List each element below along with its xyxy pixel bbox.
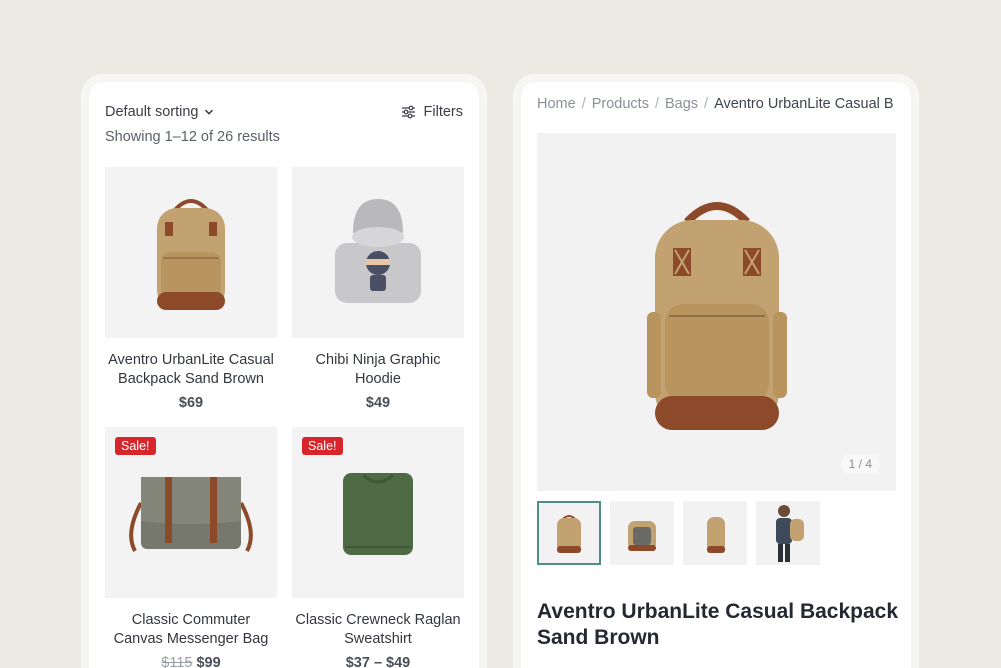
sort-label: Default sorting [105,104,199,120]
breadcrumb: Home / Products / Bags / Aventro UrbanLite Cas… [537,96,897,112]
sort-dropdown[interactable]: Default sorting [105,104,214,120]
product-name[interactable]: Aventro UrbanLite Casual Backpack Sand B… [105,351,277,388]
breadcrumb-bags[interactable]: Bags [665,96,698,112]
thumbnail-open[interactable] [610,501,674,565]
shop-toolbar: Default sorting Filters [105,102,463,122]
product-name[interactable]: Classic Crewneck Raglan Sweatshirt [292,611,464,648]
sale-badge: Sale! [302,437,343,455]
breadcrumb-separator: / [704,96,709,112]
product-name[interactable]: Classic Commuter Canvas Messenger Bag [105,611,277,648]
backpack-side-thumb-icon [707,517,725,553]
thumbnail-side[interactable] [683,501,747,565]
messenger-bag-image [129,476,253,552]
thumbnail-strip [537,501,820,565]
product-price: $115 $99 [105,655,277,668]
breadcrumb-separator: / [581,96,586,112]
product-main-image[interactable]: 1 / 4 [537,133,896,491]
filters-label: Filters [423,104,463,120]
sweatshirt-image [343,472,413,555]
backpack-front-thumb-icon [557,515,581,553]
sale-badge: Sale! [115,437,156,455]
product-card[interactable]: Aventro UrbanLite Casual Backpack Sand B… [105,167,277,411]
product-price: $49 [292,395,464,411]
product-price: $69 [105,395,277,411]
price-current: $99 [196,655,221,668]
product-title: Aventro UrbanLite Casual Backpack Sand B… [537,600,899,649]
product-image[interactable] [105,167,277,338]
hoodie-image [335,198,421,303]
breadcrumb-separator: / [654,96,659,112]
backpack-image [157,198,225,310]
breadcrumb-products[interactable]: Products [592,96,649,112]
price-current: $49 [365,395,391,411]
thumbnail-front[interactable] [537,501,601,565]
person-backpack-thumb-icon [776,505,804,562]
chevron-down-icon [204,109,213,115]
gallery-counter: 1 / 4 [840,454,880,474]
backpack-image [646,202,787,430]
thumbnail-worn[interactable] [756,501,820,565]
results-count: Showing 1–12 of 26 results [105,129,280,145]
price-current: $37 – $49 [345,655,411,668]
product-card[interactable]: Sale! Classic Commuter Canvas Messenger … [105,427,277,668]
breadcrumb-home[interactable]: Home [537,96,576,112]
product-name[interactable]: Chibi Ninja Graphic Hoodie [292,351,464,388]
price-current: $69 [178,395,204,411]
shop-listing-panel: Default sorting Filters Showing 1–12 of … [89,82,479,668]
breadcrumb-current: Aventro UrbanLite Casual B [714,96,894,112]
price-original: $115 [161,655,193,668]
product-card[interactable]: Sale! Classic Crewneck Raglan Sweatshirt… [292,427,464,668]
product-price: $37 – $49 [292,655,464,668]
sliders-icon [401,105,415,119]
product-detail-panel: Home / Products / Bags / Aventro UrbanLite Cas… [521,82,911,668]
product-card[interactable]: Chibi Ninja Graphic Hoodie $49 [292,167,464,411]
filters-button[interactable]: Filters [401,104,463,120]
product-image[interactable] [292,167,464,338]
backpack-open-thumb-icon [628,521,656,551]
